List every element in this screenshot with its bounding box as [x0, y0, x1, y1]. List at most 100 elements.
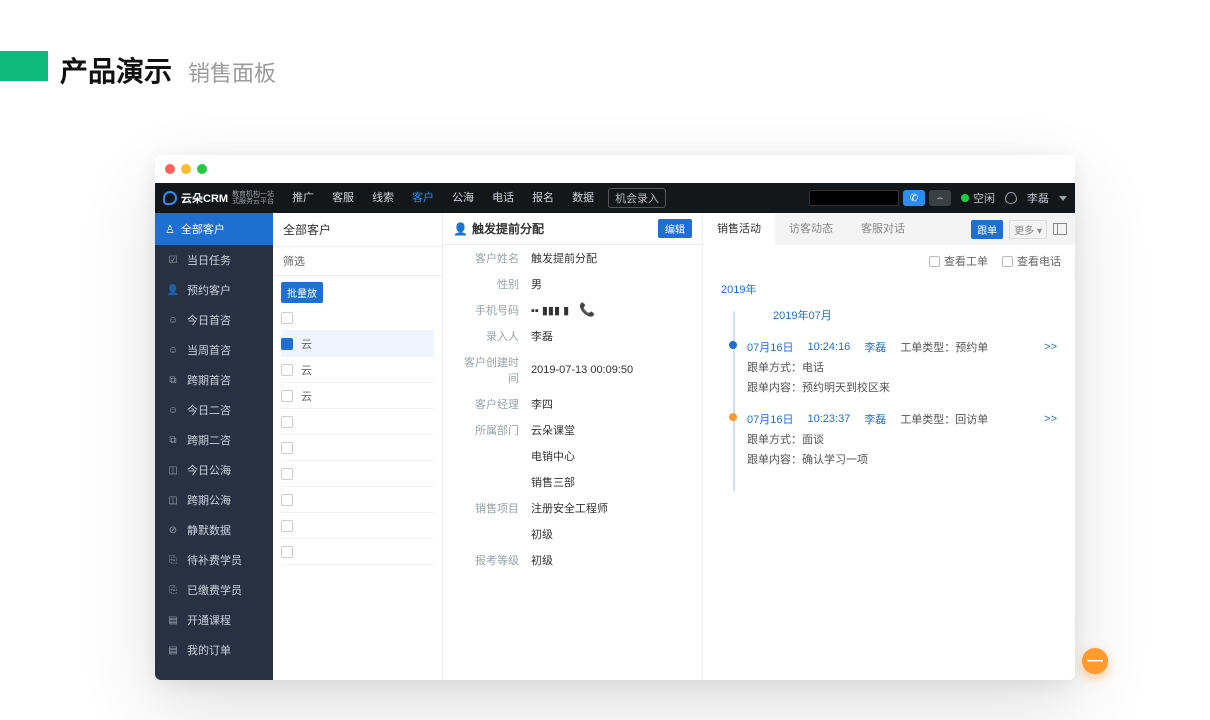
sidebar-item-label: 今日首咨: [187, 312, 231, 328]
field-value: 云朵课堂: [531, 422, 575, 438]
detail-field: 客户姓名触发提前分配: [443, 245, 702, 271]
timeline-expand[interactable]: >>: [1044, 341, 1057, 353]
sidebar-header[interactable]: ♙ 全部客户: [155, 213, 273, 245]
close-dot[interactable]: [165, 164, 175, 174]
field-key: 录入人: [455, 328, 519, 344]
call-button[interactable]: ✆: [903, 190, 925, 206]
zoom-dot[interactable]: [197, 164, 207, 174]
sidebar-item-跨期二咨[interactable]: ⧉跨期二咨: [155, 425, 273, 455]
checkbox-icon[interactable]: [281, 416, 293, 428]
detail-field: 销售项目注册安全工程师: [443, 495, 702, 521]
nav-item-客服[interactable]: 客服: [324, 183, 362, 213]
sidebar-item-跨期公海[interactable]: ◫跨期公海: [155, 485, 273, 515]
nav-item-数据[interactable]: 数据: [564, 183, 602, 213]
checkbox-icon[interactable]: [281, 546, 293, 558]
sidebar-item-今日首咨[interactable]: ☺今日首咨: [155, 305, 273, 335]
hangup-button[interactable]: ⌢: [929, 190, 951, 206]
filter-row[interactable]: 筛选: [273, 247, 442, 276]
sidebar-item-我的订单[interactable]: ▤我的订单: [155, 635, 273, 665]
sidebar-item-当周首咨[interactable]: ☺当周首咨: [155, 335, 273, 365]
follow-button[interactable]: 跟单: [971, 220, 1003, 239]
nav-item-线索[interactable]: 线索: [364, 183, 402, 213]
nav-item-电话[interactable]: 电话: [484, 183, 522, 213]
timeline-expand[interactable]: >>: [1044, 413, 1057, 425]
list-row[interactable]: [281, 539, 434, 565]
sidebar-item-跨期首咨[interactable]: ⧉跨期首咨: [155, 365, 273, 395]
timeline-date: 07月16日: [747, 339, 793, 355]
more-button[interactable]: 更多 ▾: [1009, 220, 1047, 239]
sidebar-item-今日二咨[interactable]: ☺今日二咨: [155, 395, 273, 425]
field-value: 2019-07-13 00:09:50: [531, 364, 633, 376]
field-value: 注册安全工程师: [531, 500, 608, 516]
sidebar-item-预约客户[interactable]: 👤预约客户: [155, 275, 273, 305]
nav-item-客户[interactable]: 客户: [404, 183, 442, 213]
list-row[interactable]: [281, 435, 434, 461]
checkbox-icon: [1002, 256, 1013, 267]
app-body: ♙ 全部客户 ☑当日任务👤预约客户☺今日首咨☺当周首咨⧉跨期首咨☺今日二咨⧉跨期…: [155, 213, 1075, 680]
field-key: 性别: [455, 276, 519, 292]
list-row[interactable]: [281, 305, 434, 331]
timeline-row: 07月16日10:24:16李磊工单类型：预约单>>: [747, 339, 1057, 355]
list-row[interactable]: 云: [281, 357, 434, 383]
search-input[interactable]: [809, 190, 899, 206]
edit-button[interactable]: 编辑: [658, 219, 692, 238]
layout-icon[interactable]: [1053, 223, 1067, 235]
field-value: 初级: [531, 526, 553, 542]
list-row[interactable]: [281, 487, 434, 513]
nav-item-推广[interactable]: 推广: [284, 183, 322, 213]
sidebar-item-待补费学员[interactable]: ⎘待补费学员: [155, 545, 273, 575]
activity-tab-销售活动[interactable]: 销售活动: [703, 213, 775, 245]
sidebar-item-已缴费学员[interactable]: ⎘已缴费学员: [155, 575, 273, 605]
bulk-button[interactable]: 批量放: [281, 282, 323, 303]
timeline-date: 07月16日: [747, 411, 793, 427]
sidebar-item-label: 预约客户: [187, 282, 231, 298]
checkbox-icon[interactable]: [281, 468, 293, 480]
activity-tab-right: 跟单 更多 ▾: [971, 220, 1075, 239]
checkbox-icon[interactable]: [281, 338, 293, 350]
list-row[interactable]: 云: [281, 331, 434, 357]
list-row[interactable]: 云: [281, 383, 434, 409]
sidebar-icon: ▤: [167, 614, 179, 626]
detail-panel: 👤 触发提前分配 编辑 客户姓名触发提前分配性别男手机号码▪▪ ▮▮▮ ▮📞录入…: [443, 213, 703, 680]
sidebar-item-静默数据[interactable]: ⊘静默数据: [155, 515, 273, 545]
bell-icon[interactable]: [1005, 192, 1017, 204]
checkbox-icon[interactable]: [281, 312, 293, 324]
accent-block: [0, 51, 48, 81]
checkbox-icon[interactable]: [281, 364, 293, 376]
nav-item-报名[interactable]: 报名: [524, 183, 562, 213]
sidebar-item-label: 静默数据: [187, 522, 231, 538]
list-header: 全部客户: [273, 213, 442, 247]
person-icon: 👤: [453, 222, 468, 236]
chevron-down-icon[interactable]: [1059, 196, 1067, 201]
checkbox-icon[interactable]: [281, 494, 293, 506]
user-name[interactable]: 李磊: [1027, 190, 1049, 206]
checkbox-icon[interactable]: [281, 442, 293, 454]
timeline-month: 2019年07月: [773, 307, 1057, 323]
sidebar: ♙ 全部客户 ☑当日任务👤预约客户☺今日首咨☺当周首咨⧉跨期首咨☺今日二咨⧉跨期…: [155, 213, 273, 680]
nav-item-公海[interactable]: 公海: [444, 183, 482, 213]
nav-chip[interactable]: 机会录入: [608, 188, 666, 208]
list-row[interactable]: [281, 409, 434, 435]
opt-ticket[interactable]: 查看工单: [929, 253, 988, 269]
fab-icon: —: [1087, 652, 1103, 670]
sidebar-item-开通课程[interactable]: ▤开通课程: [155, 605, 273, 635]
sidebar-item-当日任务[interactable]: ☑当日任务: [155, 245, 273, 275]
activity-tab-客服对话[interactable]: 客服对话: [847, 213, 919, 245]
sidebar-item-label: 当周首咨: [187, 342, 231, 358]
detail-field: 客户经理李四: [443, 391, 702, 417]
checkbox-icon[interactable]: [281, 390, 293, 402]
minimize-dot[interactable]: [181, 164, 191, 174]
checkbox-icon[interactable]: [281, 520, 293, 532]
opt-call[interactable]: 查看电话: [1002, 253, 1061, 269]
list-row[interactable]: [281, 461, 434, 487]
field-key: 客户经理: [455, 396, 519, 412]
list-row[interactable]: [281, 513, 434, 539]
sidebar-item-今日公海[interactable]: ◫今日公海: [155, 455, 273, 485]
detail-field: 录入人李磊: [443, 323, 702, 349]
timeline-sub: 跟单内容：确认学习一项: [747, 451, 1057, 467]
activity-tab-访客动态[interactable]: 访客动态: [775, 213, 847, 245]
sidebar-icon: ☺: [167, 404, 179, 416]
detail-field: 所属部门云朵课堂: [443, 417, 702, 443]
call-icon[interactable]: 📞: [579, 302, 595, 318]
fab-button[interactable]: —: [1082, 648, 1108, 674]
